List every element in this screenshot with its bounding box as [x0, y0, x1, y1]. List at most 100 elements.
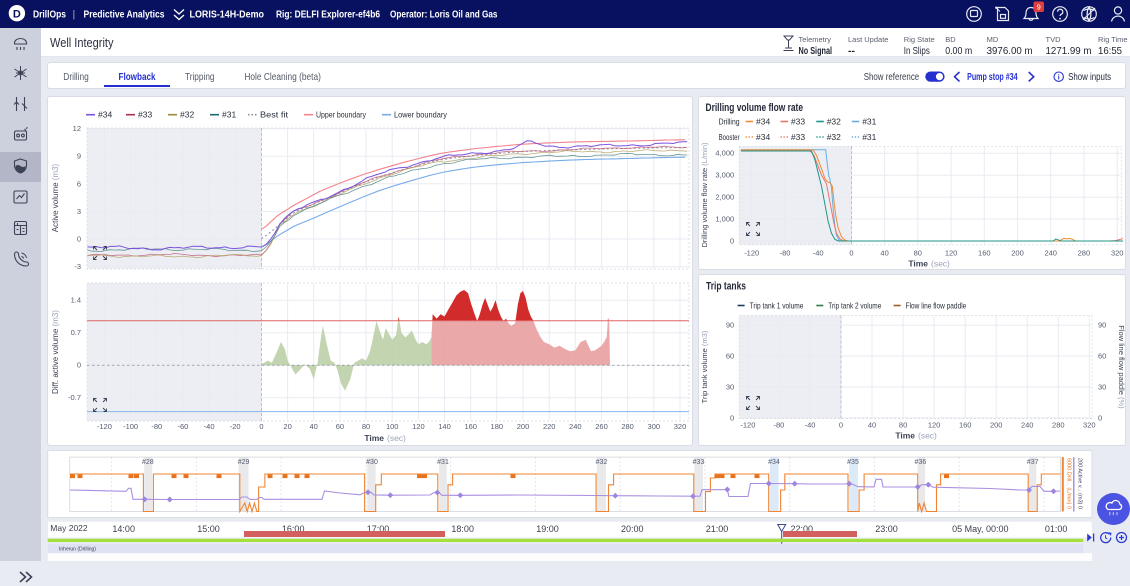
svg-text:Rig Time: Rig Time — [1098, 35, 1128, 44]
svg-text:Hole Cleaning (beta): Hole Cleaning (beta) — [244, 72, 321, 83]
svg-text:Active volume (m3): Active volume (m3) — [51, 163, 60, 232]
svg-text:#28: #28 — [142, 459, 154, 466]
svg-text:90: 90 — [726, 321, 734, 330]
svg-text:0: 0 — [730, 413, 734, 422]
svg-text:|: | — [73, 9, 76, 21]
svg-text:#34: #34 — [756, 132, 770, 142]
svg-text:30: 30 — [726, 383, 734, 392]
svg-text:4,000: 4,000 — [715, 149, 734, 158]
svg-text:#35: #35 — [847, 459, 859, 466]
svg-text:#31: #31 — [862, 117, 876, 127]
svg-text:Trip tank 2 volume: Trip tank 2 volume — [828, 301, 881, 311]
svg-text:(sec): (sec) — [387, 433, 406, 443]
svg-text:180: 180 — [491, 422, 504, 431]
svg-text:120: 120 — [928, 421, 941, 430]
svg-text:320: 320 — [674, 422, 687, 431]
svg-text:260: 260 — [595, 422, 608, 431]
svg-text:-120: -120 — [740, 421, 755, 430]
svg-text:60: 60 — [1098, 352, 1106, 361]
svg-text:MD: MD — [987, 35, 999, 44]
svg-text:19:00: 19:00 — [536, 524, 559, 534]
svg-text:Lower boundary: Lower boundary — [394, 110, 448, 120]
svg-text:320: 320 — [1111, 249, 1124, 258]
svg-text:#32: #32 — [596, 459, 608, 466]
svg-text:#31: #31 — [862, 132, 876, 142]
svg-text:DrillOps: DrillOps — [33, 9, 66, 21]
svg-text:3: 3 — [77, 207, 81, 216]
svg-text:Booster: Booster — [719, 132, 740, 142]
svg-text:12: 12 — [73, 124, 81, 133]
svg-text:-80: -80 — [151, 422, 162, 431]
svg-text:#33: #33 — [791, 132, 805, 142]
svg-text:120: 120 — [945, 249, 958, 258]
svg-text:Operator: Loris Oil and Gas: Operator: Loris Oil and Gas — [390, 9, 498, 21]
svg-text:Trip tanks: Trip tanks — [706, 281, 746, 293]
svg-text:Last Update: Last Update — [848, 35, 888, 44]
svg-text:140: 140 — [438, 422, 451, 431]
svg-text:320: 320 — [1083, 421, 1096, 430]
svg-text:#36: #36 — [915, 459, 927, 466]
svg-text:Show inputs: Show inputs — [1068, 72, 1111, 83]
svg-text:280: 280 — [1078, 249, 1091, 258]
svg-text:160: 160 — [959, 421, 972, 430]
svg-text:Inherun (Drilling): Inherun (Drilling) — [59, 546, 96, 552]
svg-text:40: 40 — [880, 249, 888, 258]
svg-text:60: 60 — [726, 352, 734, 361]
svg-text:Well Integrity: Well Integrity — [50, 36, 114, 50]
svg-text:1271.99 m: 1271.99 m — [1046, 45, 1092, 56]
svg-text:240: 240 — [1021, 421, 1034, 430]
svg-text:Drilling volume flow rate: Drilling volume flow rate — [706, 102, 804, 114]
svg-text:0: 0 — [77, 361, 81, 370]
svg-text:0: 0 — [849, 249, 853, 258]
svg-text:0: 0 — [730, 237, 734, 246]
svg-text:Trip tank volume (m3): Trip tank volume (m3) — [700, 330, 709, 403]
svg-text:120: 120 — [412, 422, 425, 431]
svg-text:160: 160 — [978, 249, 991, 258]
svg-text:#33: #33 — [791, 117, 805, 127]
svg-text:#30: #30 — [366, 459, 378, 466]
svg-text:Best fit: Best fit — [260, 110, 289, 120]
svg-text:#34: #34 — [98, 110, 112, 120]
svg-text:01:00: 01:00 — [1045, 524, 1068, 534]
svg-text:-40: -40 — [805, 421, 816, 430]
svg-text:Predictive Analytics: Predictive Analytics — [84, 9, 165, 21]
svg-text:-100: -100 — [123, 422, 138, 431]
svg-text:(sec): (sec) — [931, 259, 950, 269]
svg-text:i: i — [1058, 75, 1060, 82]
svg-text:Flow line flow paddle: Flow line flow paddle — [906, 301, 967, 311]
svg-text:TVD: TVD — [1046, 35, 1062, 44]
svg-text:Trip tank 1 volume: Trip tank 1 volume — [750, 301, 804, 311]
svg-text:90: 90 — [1098, 321, 1106, 330]
svg-text:05 May, 00:00: 05 May, 00:00 — [952, 524, 1008, 534]
svg-text:9: 9 — [77, 152, 81, 161]
svg-text:-120: -120 — [97, 422, 112, 431]
svg-text:#32: #32 — [180, 110, 194, 120]
svg-text:15:00: 15:00 — [197, 524, 220, 534]
svg-text:200: 200 — [1011, 249, 1024, 258]
svg-text:1.4: 1.4 — [71, 296, 81, 305]
svg-text:LORIS-14H-Demo: LORIS-14H-Demo — [190, 9, 265, 21]
svg-text:D: D — [13, 8, 21, 20]
svg-text:May 2022: May 2022 — [50, 523, 88, 533]
svg-text:-80: -80 — [773, 421, 784, 430]
svg-text:9: 9 — [1037, 3, 1041, 12]
svg-text:-40: -40 — [813, 249, 824, 258]
svg-text:200 Active v... (m3) 0: 200 Active v... (m3) 0 — [1077, 458, 1083, 509]
svg-text:#32: #32 — [827, 132, 841, 142]
svg-text:160: 160 — [464, 422, 477, 431]
svg-text:200: 200 — [990, 421, 1003, 430]
svg-text:Pump stop #34: Pump stop #34 — [967, 72, 1018, 83]
svg-text:#29: #29 — [238, 459, 250, 466]
svg-text:6000 Drill... (L/min) 0: 6000 Drill... (L/min) 0 — [1066, 458, 1072, 509]
svg-text:0.00 m: 0.00 m — [945, 45, 972, 56]
svg-text:2,000: 2,000 — [715, 193, 734, 202]
svg-text:In Slips: In Slips — [904, 45, 930, 56]
svg-text:(sec): (sec) — [918, 431, 937, 441]
svg-text:40: 40 — [310, 422, 318, 431]
svg-text:-120: -120 — [744, 249, 759, 258]
svg-text:-80: -80 — [780, 249, 791, 258]
svg-text:30: 30 — [1098, 383, 1106, 392]
svg-text:Drilling: Drilling — [63, 72, 89, 83]
svg-text:0.7: 0.7 — [71, 328, 81, 337]
svg-text:200: 200 — [517, 422, 530, 431]
